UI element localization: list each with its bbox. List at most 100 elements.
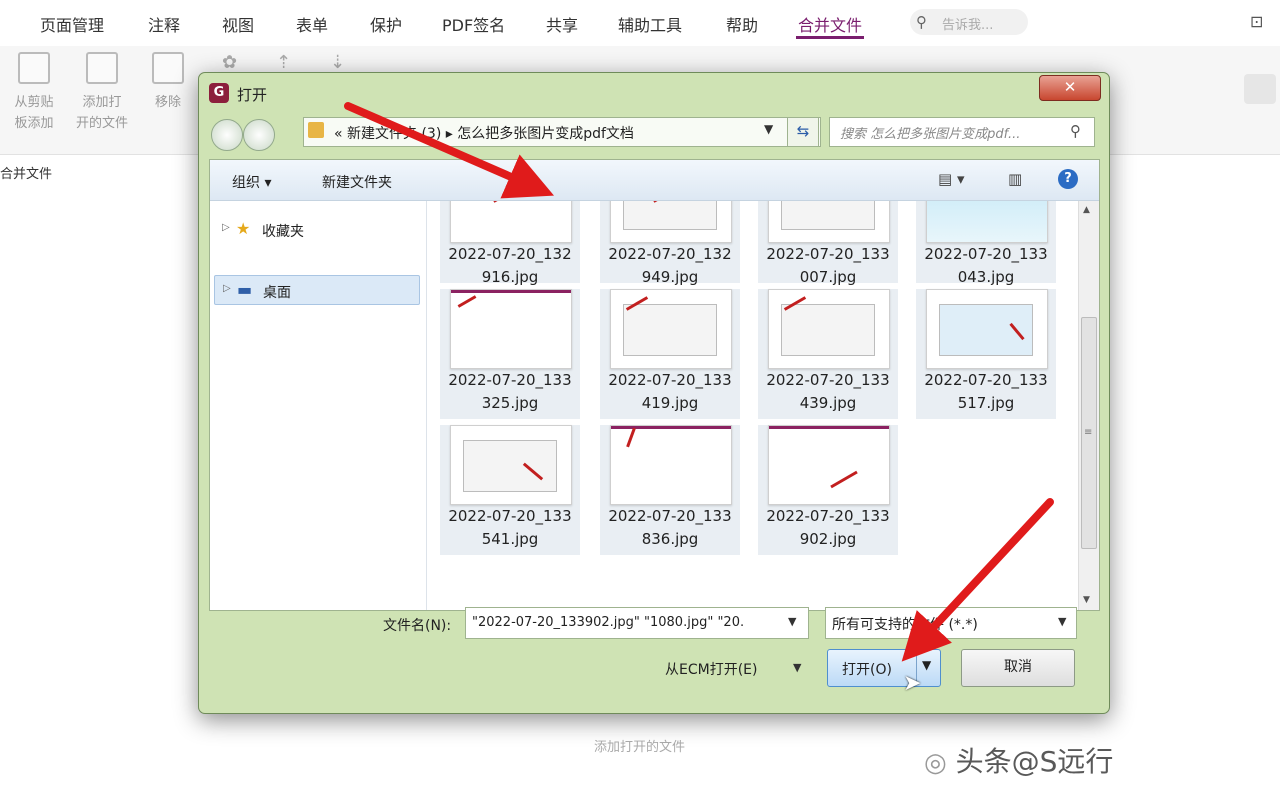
file-name: 2022-07-20_133 517.jpg <box>924 371 1048 412</box>
address-bar[interactable]: « 新建文件夹 (3) ▸ 怎么把多张图片变成pdf文档 ▼ <box>303 117 821 147</box>
remove-button[interactable]: 移除 <box>140 50 196 113</box>
section-title: 合并文件 <box>0 167 53 182</box>
add-open-files-button[interactable]: 添加打 开的文件 <box>74 50 130 134</box>
nav-desktop[interactable]: ▷ ▬ 桌面 <box>214 275 420 305</box>
file-tile[interactable]: 2022-07-20_132 916.jpg <box>440 201 580 286</box>
menu-accessibility[interactable]: 辅助工具 <box>618 12 682 36</box>
add-open-files-label: 添加打 开的文件 <box>75 95 128 131</box>
organize-button[interactable]: 组织 ▾ <box>232 172 271 192</box>
file-name: 2022-07-20_133 902.jpg <box>766 507 890 548</box>
add-from-clipboard-button[interactable]: 从剪贴 板添加 <box>6 50 62 134</box>
menu-view[interactable]: 视图 <box>222 12 254 36</box>
menu-share[interactable]: 共享 <box>546 12 578 36</box>
menu-protect[interactable]: 保护 <box>370 12 402 36</box>
scroll-down-icon[interactable]: ▼ <box>1083 595 1090 605</box>
menu-comment[interactable]: 注释 <box>148 12 180 36</box>
cancel-button[interactable]: 取消 <box>961 649 1075 687</box>
dialog-title: 打开 <box>237 86 268 104</box>
close-button[interactable]: ✕ <box>1039 75 1101 101</box>
file-tile[interactable]: 2022-07-20_133 007.jpg <box>758 201 898 286</box>
add-open-files-hint: 添加打开的文件 <box>594 740 686 755</box>
expand-icon[interactable]: ▷ <box>222 222 230 233</box>
scroll-grip-icon: ≡ <box>1084 427 1093 438</box>
open-from-ecm-button[interactable]: 从ECM打开(E) <box>665 659 757 679</box>
move-down-icon[interactable]: ⇣ <box>330 52 345 73</box>
file-name: 2022-07-20_132 949.jpg <box>608 245 732 286</box>
preview-pane-icon[interactable]: ▥ <box>1008 170 1022 188</box>
file-name: 2022-07-20_133 419.jpg <box>608 371 732 412</box>
chevron-down-icon[interactable]: ▼ <box>788 615 796 628</box>
filename-label: 文件名(N): <box>383 618 452 634</box>
menu-form[interactable]: 表单 <box>296 12 328 36</box>
file-name: 2022-07-20_133 439.jpg <box>766 371 890 412</box>
settings-icon[interactable]: ✿ <box>222 52 237 73</box>
file-name: 2022-07-20_133 043.jpg <box>924 245 1048 286</box>
file-tile[interactable]: 2022-07-20_132 949.jpg <box>600 201 740 286</box>
add-from-clipboard-label: 从剪贴 板添加 <box>14 95 54 131</box>
menu-page-manage[interactable]: 页面管理 <box>40 12 104 36</box>
watermark: ◎ 头条@S远行 <box>924 745 1114 778</box>
desktop-icon: ▬ <box>237 280 253 299</box>
file-grid: 2022-07-20_132 916.jpg 2022-07-20_132 949.… <box>440 201 1078 610</box>
search-icon: ⚲ <box>1070 122 1081 140</box>
file-tile[interactable]: 2022-07-20_133 902.jpg <box>758 425 898 555</box>
open-button-label: 打开(O) <box>842 662 892 678</box>
file-thumbnail <box>926 201 1048 243</box>
collapse-ribbon-icon[interactable]: ⊡ <box>1250 12 1263 31</box>
file-tile[interactable]: 2022-07-20_133 836.jpg <box>600 425 740 555</box>
chevron-down-icon[interactable]: ▼ <box>793 661 801 674</box>
star-icon: ★ <box>236 219 251 238</box>
file-tile[interactable]: 2022-07-20_133 419.jpg <box>600 289 740 419</box>
filename-field[interactable]: "2022-07-20_133902.jpg" "1080.jpg" "20. … <box>465 607 809 639</box>
mouse-cursor-icon: ➤ <box>903 671 922 696</box>
chevron-down-icon[interactable]: ▼ <box>764 122 773 136</box>
remove-label: 移除 <box>154 95 181 110</box>
file-thumbnail <box>450 201 572 243</box>
back-button[interactable] <box>211 119 243 151</box>
move-up-icon[interactable]: ⇡ <box>276 52 291 73</box>
nav-desktop-label: 桌面 <box>263 285 291 301</box>
refresh-button[interactable]: ⇆ <box>787 117 819 147</box>
nav-favorites-label: 收藏夹 <box>262 224 304 240</box>
menu-help[interactable]: 帮助 <box>726 12 758 36</box>
tell-me-search[interactable]: ⚲ 告诉我... <box>910 9 1028 35</box>
scroll-up-icon[interactable]: ▲ <box>1083 205 1090 215</box>
file-tile[interactable]: 2022-07-20_133 325.jpg <box>440 289 580 419</box>
chevron-down-icon[interactable]: ▼ <box>1058 615 1066 628</box>
view-options-icon[interactable]: ▤ ▾ <box>938 170 964 188</box>
file-tile[interactable]: 2022-07-20_133 541.jpg <box>440 425 580 555</box>
file-tile[interactable]: 2022-07-20_133 043.jpg <box>916 201 1056 286</box>
filetype-value: 所有可支持的文件 (*.*) <box>832 617 978 633</box>
search-input[interactable]: 搜索 怎么把多张图片变成pdf... ⚲ <box>829 117 1095 147</box>
filename-value[interactable]: "2022-07-20_133902.jpg" "1080.jpg" "20. <box>472 615 772 630</box>
open-button[interactable]: 打开(O) ▼ <box>827 649 941 687</box>
breadcrumb[interactable]: « 新建文件夹 (3) ▸ 怎么把多张图片变成pdf文档 <box>334 123 634 143</box>
app-logo-icon: G <box>209 83 229 103</box>
dialog-titlebar[interactable]: G 打开 ✕ <box>199 73 1109 113</box>
new-folder-button[interactable]: 新建文件夹 <box>322 172 392 192</box>
expand-icon[interactable]: ▷ <box>223 283 231 294</box>
open-file-dialog: G 打开 ✕ « 新建文件夹 (3) ▸ 怎么把多张图片变成pdf文档 ▼ ⇆ … <box>198 72 1110 714</box>
nav-favorites[interactable]: ▷ ★ 收藏夹 <box>214 215 418 243</box>
search-placeholder: 搜索 怎么把多张图片变成pdf... <box>840 127 1021 142</box>
add-file-icon <box>86 52 118 84</box>
navigation-pane: ▷ ★ 收藏夹 ▷ ▬ 桌面 <box>210 201 427 610</box>
file-thumbnail <box>768 289 890 369</box>
forward-button[interactable] <box>243 119 275 151</box>
file-tile[interactable]: 2022-07-20_133 439.jpg <box>758 289 898 419</box>
panel-toggle-icon[interactable] <box>1244 74 1276 104</box>
menu-pdf-sign[interactable]: PDF签名 <box>442 12 505 36</box>
file-thumbnail <box>926 289 1048 369</box>
folder-icon <box>308 122 324 138</box>
file-tile[interactable]: 2022-07-20_133 517.jpg <box>916 289 1056 419</box>
file-thumbnail <box>610 425 732 505</box>
file-thumbnail <box>450 289 572 369</box>
vertical-scrollbar[interactable]: ▲ ≡ ▼ <box>1078 201 1099 610</box>
filetype-select[interactable]: 所有可支持的文件 (*.*) ▼ <box>825 607 1077 639</box>
file-thumbnail <box>768 425 890 505</box>
menu-merge-files[interactable]: 合并文件 <box>795 12 865 39</box>
lightbulb-icon: ⚲ <box>916 13 927 31</box>
help-icon[interactable]: ? <box>1058 169 1078 189</box>
open-options-dropdown[interactable]: ▼ <box>922 658 931 672</box>
file-name: 2022-07-20_133 007.jpg <box>766 245 890 286</box>
